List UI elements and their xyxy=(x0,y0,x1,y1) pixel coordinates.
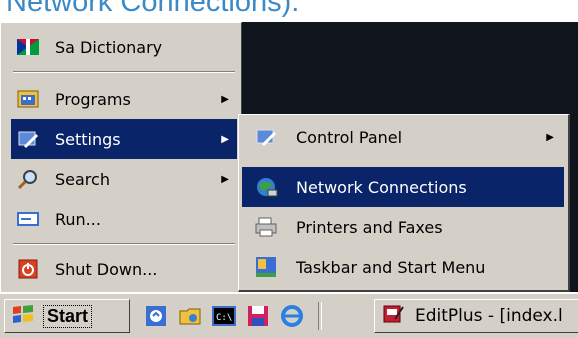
taskbar-button-label: EditPlus - [index.l xyxy=(415,306,563,326)
windows-logo-icon xyxy=(11,303,37,329)
menu-item-label: Settings xyxy=(55,129,121,149)
folder-icon[interactable] xyxy=(176,302,204,330)
settings-submenu: Control Panel ▶ Network Connections Prin… xyxy=(238,114,570,292)
submenu-arrow-icon: ▶ xyxy=(221,93,229,105)
menu-item-search[interactable]: Search ▶ xyxy=(11,159,237,199)
flag-icon xyxy=(15,34,41,60)
submenu-item-label: Control Panel xyxy=(296,127,403,147)
menu-item-label: Run... xyxy=(55,209,101,229)
start-label: Start xyxy=(43,304,93,328)
taskbar-button-editplus[interactable]: EditPlus - [index.l xyxy=(374,299,578,333)
menu-separator xyxy=(13,71,235,73)
command-prompt-icon[interactable]: C:\ xyxy=(210,302,238,330)
settings-icon xyxy=(15,126,41,152)
submenu-item-printers-and-faxes[interactable]: Printers and Faxes xyxy=(242,207,564,247)
shutdown-icon xyxy=(15,256,41,282)
search-icon xyxy=(15,166,41,192)
taskbar: Start C:\ EditPlus - [index.l xyxy=(0,292,578,338)
submenu-item-network-connections[interactable]: Network Connections xyxy=(242,167,564,207)
menu-item-label: Search xyxy=(55,169,110,189)
menu-separator xyxy=(13,243,235,245)
programs-icon xyxy=(15,86,41,112)
save-icon[interactable] xyxy=(244,302,272,330)
start-button[interactable]: Start xyxy=(4,299,130,333)
svg-text:C:\: C:\ xyxy=(216,313,232,323)
taskbar-icon xyxy=(252,253,280,281)
submenu-item-taskbar-and-start-menu[interactable]: Taskbar and Start Menu xyxy=(242,247,564,287)
menu-item-settings[interactable]: Settings ▶ xyxy=(11,119,237,159)
submenu-item-control-panel[interactable]: Control Panel ▶ xyxy=(242,117,564,157)
menu-item-label: Programs xyxy=(55,89,131,109)
menu-item-label: Shut Down... xyxy=(55,259,158,279)
submenu-item-label: Taskbar and Start Menu xyxy=(296,257,486,277)
menu-item-label: Sa Dictionary xyxy=(55,37,163,57)
menu-item-run[interactable]: Run... xyxy=(11,199,237,239)
submenu-item-label: Printers and Faxes xyxy=(296,217,443,237)
submenu-arrow-icon: ▶ xyxy=(221,133,229,145)
caption-text: Network Connections). xyxy=(6,0,300,18)
submenu-item-label: Network Connections xyxy=(296,177,467,197)
toolbar-separator xyxy=(318,302,322,330)
menu-item-shut-down[interactable]: Shut Down... xyxy=(11,249,237,289)
editplus-icon xyxy=(381,303,407,329)
printers-icon xyxy=(252,213,280,241)
menu-item-programs[interactable]: Programs ▶ xyxy=(11,79,237,119)
submenu-arrow-icon: ▶ xyxy=(221,173,229,185)
network-connections-icon xyxy=(252,173,280,201)
menu-item-sa-dictionary[interactable]: Sa Dictionary xyxy=(11,27,237,67)
submenu-arrow-icon: ▶ xyxy=(546,131,554,143)
explorer-icon[interactable] xyxy=(142,302,170,330)
start-menu: Sa Dictionary Programs ▶ Settings ▶ Sear… xyxy=(0,22,242,292)
run-icon xyxy=(15,206,41,232)
ie-icon[interactable] xyxy=(278,302,306,330)
control-panel-icon xyxy=(252,123,280,151)
